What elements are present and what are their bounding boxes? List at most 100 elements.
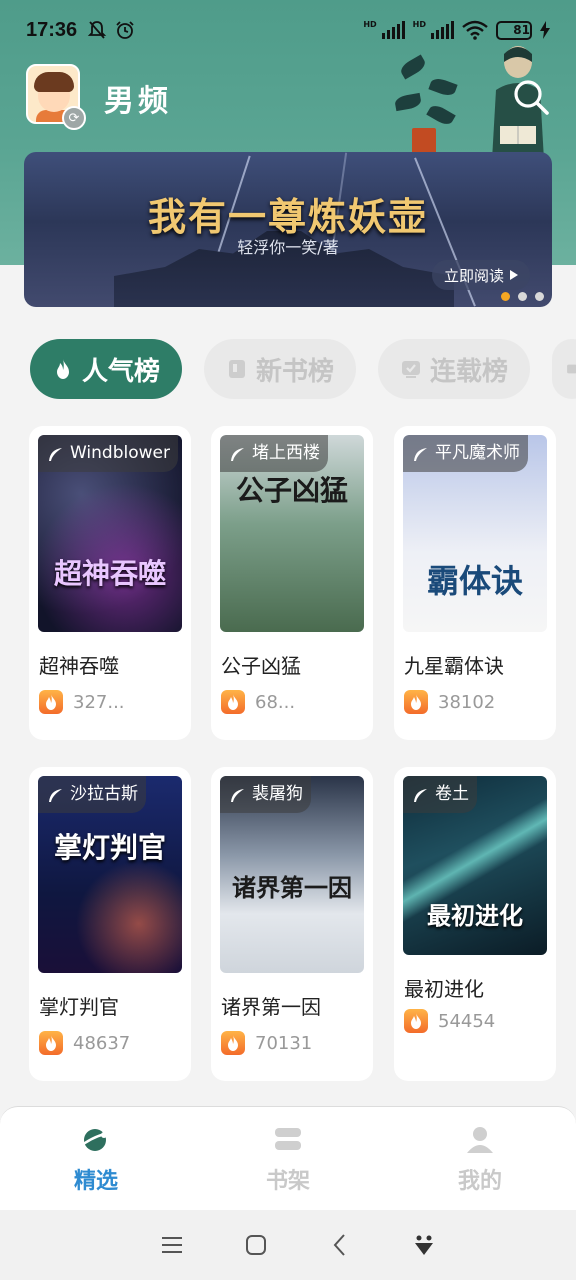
- book-card[interactable]: 公子凶猛 堵上西楼 公子凶猛 68...: [211, 426, 373, 740]
- tab-popular[interactable]: 人气榜: [30, 339, 183, 399]
- book-card[interactable]: 超神吞噬 Windblower 超神吞噬 327...: [29, 426, 191, 740]
- status-time: 17:36: [26, 18, 78, 41]
- nav-featured[interactable]: 精选: [0, 1107, 192, 1210]
- author-name: 卷土: [435, 784, 469, 804]
- flame-icon: [57, 359, 69, 379]
- fire-icon: [221, 1031, 245, 1055]
- nav-label: 我的: [457, 1169, 502, 1194]
- nav-bookshelf[interactable]: 书架: [192, 1107, 384, 1210]
- book-cover[interactable]: 公子凶猛 堵上西楼: [220, 435, 364, 632]
- hd-label: HD: [412, 20, 426, 29]
- author-tag: 平凡魔术师: [403, 435, 528, 472]
- heat-value: 54454: [438, 1010, 496, 1032]
- tab-more[interactable]: [552, 339, 576, 399]
- heat-stat: 48637: [39, 1031, 130, 1055]
- charging-icon: [540, 21, 550, 39]
- author-name: Windblower: [70, 443, 170, 463]
- status-bar: 17:36 HD HD 81: [0, 0, 576, 60]
- cover-title: 超神吞噬: [53, 557, 166, 590]
- author-name: 沙拉古斯: [70, 784, 138, 804]
- switch-channel-icon[interactable]: ⟳: [62, 106, 86, 130]
- search-icon[interactable]: [512, 78, 550, 116]
- feather-icon: [49, 448, 62, 461]
- book-card[interactable]: 掌灯判官 沙拉古斯 掌灯判官 48637: [29, 767, 191, 1081]
- signal-hd-icon: [381, 21, 405, 39]
- battery-indicator: 81: [496, 20, 532, 40]
- promo-banner[interactable]: 我有一尊炼妖壶 轻浮你一笑/著 立即阅读: [24, 152, 552, 307]
- read-now-button[interactable]: 立即阅读: [431, 260, 530, 290]
- channel-title: 男频: [104, 84, 172, 119]
- user-icon: [467, 1127, 493, 1153]
- feather-icon: [49, 789, 62, 802]
- banner-title: 我有一尊炼妖壶: [147, 194, 428, 239]
- tab-label: 新书榜: [256, 356, 335, 387]
- cover-title: 掌灯判官: [53, 831, 166, 864]
- alarm-icon: [116, 21, 134, 39]
- nav-profile[interactable]: 我的: [384, 1107, 576, 1210]
- author-name: 裴屠狗: [252, 784, 303, 804]
- fire-icon: [221, 690, 245, 714]
- pagination-dot[interactable]: [535, 292, 544, 301]
- heat-value: 48637: [73, 1032, 131, 1054]
- author-name: 堵上西楼: [252, 443, 320, 463]
- book-cover[interactable]: 霸体诀 平凡魔术师: [403, 435, 547, 632]
- feather-icon: [414, 448, 427, 461]
- heat-stat: 54454: [404, 1009, 495, 1033]
- book-title: 诸界第一因: [221, 995, 321, 1019]
- heat-value: 327...: [73, 691, 125, 713]
- cover-title: 公子凶猛: [235, 474, 348, 507]
- tab-label: 人气榜: [82, 356, 161, 387]
- book-title: 最初进化: [404, 977, 484, 1001]
- list-icon: [567, 364, 576, 374]
- author-tag: 堵上西楼: [220, 435, 328, 472]
- book-card[interactable]: 最初进化 卷土 最初进化 54454: [394, 767, 556, 1081]
- tab-label: 连载榜: [430, 356, 509, 387]
- book-cover[interactable]: 超神吞噬 Windblower: [38, 435, 182, 632]
- cover-title: 最初进化: [427, 901, 523, 930]
- author-name: 平凡魔术师: [435, 443, 520, 463]
- signal-hd-icon: [431, 21, 454, 39]
- book-title: 公子凶猛: [221, 654, 301, 678]
- cover-title: 诸界第一因: [232, 873, 352, 902]
- heat-stat: 38102: [404, 690, 495, 714]
- assistant-icon[interactable]: [410, 1231, 438, 1259]
- bottom-navigation: 精选 书架 我的: [0, 1106, 576, 1210]
- fire-icon: [404, 1009, 428, 1033]
- book-cover[interactable]: 诸界第一因 裴屠狗: [220, 776, 364, 973]
- menu-icon[interactable]: [158, 1231, 186, 1259]
- book-cover[interactable]: 最初进化 卷土: [403, 776, 547, 955]
- wifi-icon: [462, 20, 488, 40]
- fire-icon: [39, 1031, 63, 1055]
- battery-level: 81: [513, 23, 530, 37]
- read-now-label: 立即阅读: [443, 266, 504, 285]
- play-arrow-icon: [510, 270, 518, 280]
- cover-title: 霸体诀: [426, 562, 523, 600]
- book-title: 九星霸体诀: [404, 654, 504, 678]
- back-icon[interactable]: [326, 1231, 354, 1259]
- author-tag: 卷土: [403, 776, 477, 813]
- book-card[interactable]: 霸体诀 平凡魔术师 九星霸体诀 38102: [394, 426, 556, 740]
- tab-serializing[interactable]: 连载榜: [378, 339, 531, 399]
- book-cover[interactable]: 掌灯判官 沙拉古斯: [38, 776, 182, 973]
- pagination-dot[interactable]: [518, 292, 527, 301]
- book-card[interactable]: 诸界第一因 裴屠狗 诸界第一因 70131: [211, 767, 373, 1081]
- author-tag: 裴屠狗: [220, 776, 311, 813]
- fire-icon: [39, 690, 63, 714]
- tab-new-books[interactable]: 新书榜: [204, 339, 357, 399]
- heat-value: 70131: [255, 1032, 313, 1054]
- feather-icon: [231, 789, 244, 802]
- heat-stat: 327...: [39, 690, 125, 714]
- mute-bell-icon: [87, 21, 107, 39]
- home-icon[interactable]: [242, 1231, 270, 1259]
- book-title: 掌灯判官: [39, 995, 119, 1019]
- feather-icon: [414, 789, 427, 802]
- banner-pagination: [501, 292, 544, 301]
- book-title: 超神吞噬: [39, 654, 119, 678]
- banner-author: 轻浮你一笑/著: [237, 238, 339, 257]
- system-navigation-bar: [0, 1210, 576, 1280]
- bookshelf-icon: [275, 1128, 301, 1150]
- pagination-dot[interactable]: [501, 292, 510, 301]
- feather-icon: [231, 448, 244, 461]
- book-icon: [229, 360, 246, 378]
- author-tag: Windblower: [38, 435, 178, 472]
